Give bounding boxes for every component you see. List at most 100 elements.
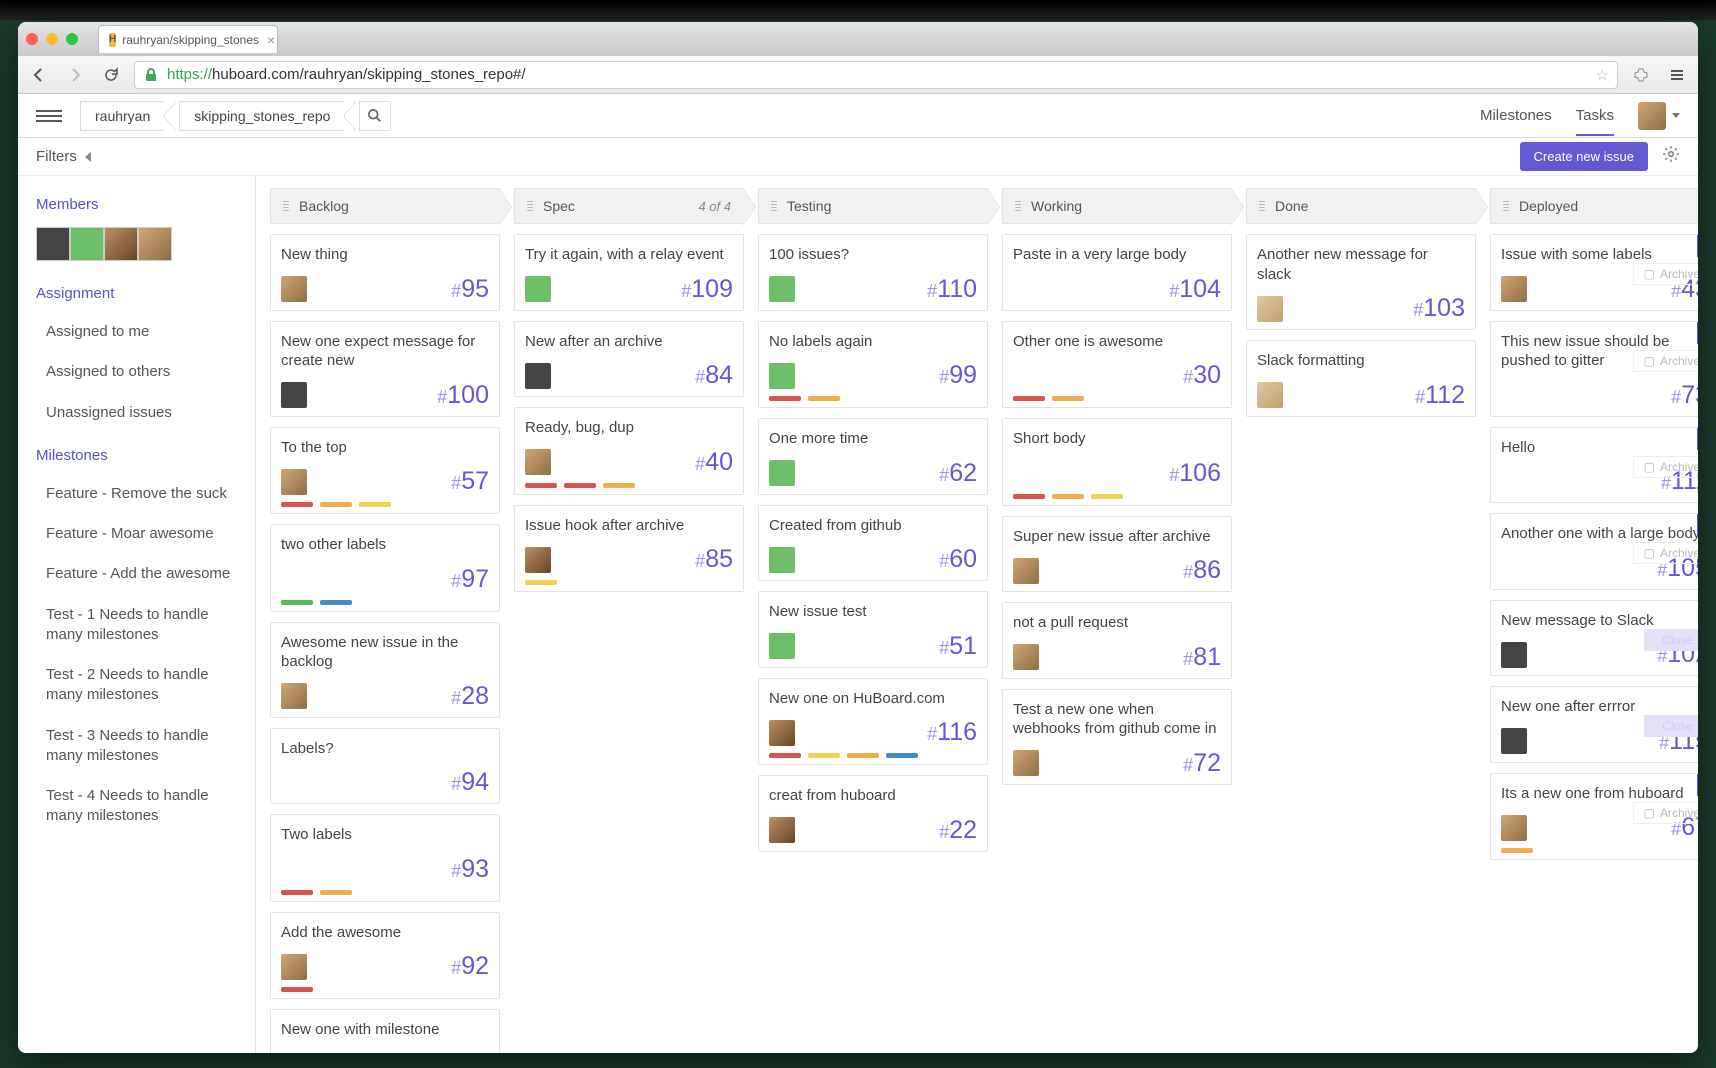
zoom-window-icon[interactable] xyxy=(66,33,78,45)
issue-card[interactable]: Two labels#93 xyxy=(270,814,500,902)
assignee-avatar[interactable] xyxy=(1013,750,1039,776)
column-header[interactable]: Spec4 of 4 xyxy=(514,188,744,224)
assignee-avatar[interactable] xyxy=(281,954,307,980)
member-avatar[interactable] xyxy=(104,227,138,261)
browser-tab[interactable]: H rauhryan/skipping_stones × xyxy=(98,25,278,53)
check-icon[interactable]: ✓ xyxy=(1697,235,1698,257)
issue-card[interactable]: To the top#57 xyxy=(270,427,500,515)
column-header[interactable]: Backlog xyxy=(270,188,500,224)
sidebar-milestone-link[interactable]: Test - 2 Needs to handle many milestones xyxy=(18,655,255,716)
issue-card[interactable]: New after an archive#84 xyxy=(514,321,744,398)
drag-handle-icon[interactable] xyxy=(771,201,777,211)
issue-card[interactable]: Paste in a very large body#104 xyxy=(1002,234,1232,311)
assignee-avatar[interactable] xyxy=(281,683,307,709)
issue-card[interactable]: 100 issues?#110 xyxy=(758,234,988,311)
issue-card[interactable]: not a pull request#81 xyxy=(1002,602,1232,679)
issue-card[interactable]: Issue hook after archive#85 xyxy=(514,505,744,593)
assignee-avatar[interactable] xyxy=(525,547,551,573)
assignee-avatar[interactable] xyxy=(1013,558,1039,584)
search-button[interactable] xyxy=(359,101,391,131)
assignee-avatar[interactable] xyxy=(769,460,795,486)
issue-card[interactable]: New one with milestone#91 xyxy=(270,1009,500,1053)
assignee-avatar[interactable] xyxy=(281,382,307,408)
assignee-avatar[interactable] xyxy=(769,276,795,302)
sidebar-milestone-link[interactable]: Test - 3 Needs to handle many milestones xyxy=(18,716,255,777)
reload-button[interactable] xyxy=(98,62,124,88)
assignee-avatar[interactable] xyxy=(1013,644,1039,670)
assignee-avatar[interactable] xyxy=(281,469,307,495)
sidebar-milestone-link[interactable]: Test - 1 Needs to handle many milestones xyxy=(18,595,255,656)
assignee-avatar[interactable] xyxy=(769,817,795,843)
issue-card[interactable]: Hello#111✓▢Archive xyxy=(1490,427,1698,504)
drag-handle-icon[interactable] xyxy=(283,201,289,211)
breadcrumb-repo[interactable]: skipping_stones_repo xyxy=(179,101,345,131)
issue-card[interactable]: Labels?#94 xyxy=(270,728,500,805)
url-input[interactable]: https://huboard.com/rauhryan/skipping_st… xyxy=(134,61,1618,89)
nav-milestones[interactable]: Milestones xyxy=(1480,107,1552,124)
issue-card[interactable]: Try it again, with a relay event#109 xyxy=(514,234,744,311)
back-button[interactable] xyxy=(26,62,52,88)
assignee-avatar[interactable] xyxy=(769,547,795,573)
issue-card[interactable]: No labels again#99 xyxy=(758,321,988,409)
issue-card[interactable]: Short body#106 xyxy=(1002,418,1232,506)
assignee-avatar[interactable] xyxy=(1501,728,1527,754)
issue-card[interactable]: New issue test#51 xyxy=(758,591,988,668)
issue-card[interactable]: New message to Slack#102Close xyxy=(1490,600,1698,677)
drag-handle-icon[interactable] xyxy=(1015,201,1021,211)
drag-handle-icon[interactable] xyxy=(1503,201,1509,211)
archive-button[interactable]: ▢Archive xyxy=(1633,802,1698,824)
issue-card[interactable]: Slack formatting#112 xyxy=(1246,340,1476,417)
member-avatar[interactable] xyxy=(36,227,70,261)
forward-button[interactable] xyxy=(62,62,88,88)
assignee-avatar[interactable] xyxy=(1501,276,1527,302)
assignee-avatar[interactable] xyxy=(281,276,307,302)
check-icon[interactable]: ✓ xyxy=(1697,774,1698,796)
assignee-avatar[interactable] xyxy=(769,363,795,389)
issue-card[interactable]: New one expect message for create new#10… xyxy=(270,321,500,417)
assignee-avatar[interactable] xyxy=(525,276,551,302)
bookmark-icon[interactable]: ☆ xyxy=(1596,66,1609,84)
issue-card[interactable]: Add the awesome#92 xyxy=(270,912,500,1000)
column-header[interactable]: Testing xyxy=(758,188,988,224)
column-header[interactable]: Done xyxy=(1246,188,1476,224)
close-window-icon[interactable] xyxy=(26,33,38,45)
sidebar-link[interactable]: Assigned to me xyxy=(18,312,255,352)
sidebar-milestone-link[interactable]: Test - 4 Needs to handle many milestones xyxy=(18,776,255,837)
assignee-avatar[interactable] xyxy=(525,363,551,389)
archive-button[interactable]: ▢Archive xyxy=(1633,263,1698,285)
issue-card[interactable]: Another new message for slack#103 xyxy=(1246,234,1476,330)
archive-button[interactable]: ▢Archive xyxy=(1633,456,1698,478)
assignee-avatar[interactable] xyxy=(1257,296,1283,322)
column-header[interactable]: Deployed xyxy=(1490,188,1698,224)
assignee-avatar[interactable] xyxy=(1501,815,1527,841)
sidebar-milestone-link[interactable]: Feature - Add the awesome xyxy=(18,554,255,594)
archive-button[interactable]: ▢Archive xyxy=(1633,542,1698,564)
create-issue-button[interactable]: Create new issue xyxy=(1520,142,1648,171)
close-tab-icon[interactable]: × xyxy=(267,32,275,48)
check-icon[interactable]: ✓ xyxy=(1697,428,1698,450)
issue-card[interactable]: This new issue should be pushed to gitte… xyxy=(1490,321,1698,417)
issue-card[interactable]: New thing#95 xyxy=(270,234,500,311)
issue-card[interactable]: One more time#62 xyxy=(758,418,988,495)
issue-card[interactable]: two other labels#97 xyxy=(270,524,500,612)
sidebar-milestone-link[interactable]: Feature - Moar awesome xyxy=(18,514,255,554)
issue-card[interactable]: Ready, bug, dup#40 xyxy=(514,407,744,495)
chrome-menu-icon[interactable] xyxy=(1664,62,1690,88)
issue-card[interactable]: New one on HuBoard.com#116 xyxy=(758,678,988,766)
close-button[interactable]: Close xyxy=(1644,629,1698,651)
extension-icon[interactable] xyxy=(1628,62,1654,88)
assignee-avatar[interactable] xyxy=(769,633,795,659)
issue-card[interactable]: Issue with some labels#43✓▢Archive xyxy=(1490,234,1698,311)
sidebar-link[interactable]: Assigned to others xyxy=(18,352,255,392)
drag-handle-icon[interactable] xyxy=(527,201,533,211)
column-header[interactable]: Working xyxy=(1002,188,1232,224)
user-menu[interactable] xyxy=(1638,102,1680,130)
check-icon[interactable]: ✓ xyxy=(1697,514,1698,536)
issue-card[interactable]: Its a new one from huboard#67✓▢Archive xyxy=(1490,773,1698,861)
sidebar-link[interactable]: Unassigned issues xyxy=(18,393,255,433)
archive-button[interactable]: ▢Archive xyxy=(1633,350,1698,372)
close-button[interactable]: Close xyxy=(1644,715,1698,737)
breadcrumb-owner[interactable]: rauhryan xyxy=(80,101,165,131)
issue-card[interactable]: Other one is awesome#30 xyxy=(1002,321,1232,409)
gear-icon[interactable] xyxy=(1662,145,1680,168)
